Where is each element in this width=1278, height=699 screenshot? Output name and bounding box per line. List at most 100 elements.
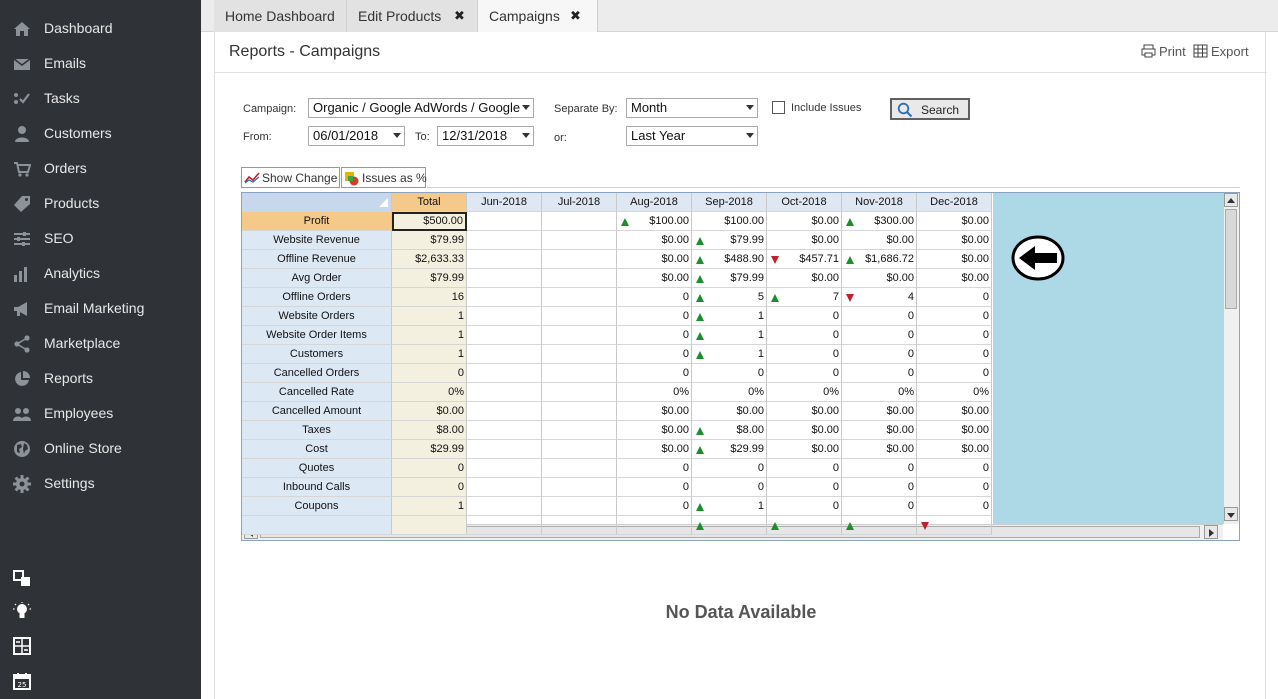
to-date-select[interactable]: 12/31/2018 <box>437 126 534 146</box>
table-cell[interactable] <box>542 478 617 497</box>
table-cell[interactable]: $0.00 <box>842 269 917 288</box>
table-cell[interactable]: $300.00 <box>842 212 917 231</box>
table-cell[interactable]: $100.00 <box>692 212 767 231</box>
table-cell[interactable]: 0 <box>917 478 992 497</box>
table-cell[interactable]: 1 <box>692 307 767 326</box>
row-header[interactable]: Cancelled Rate <box>242 383 392 402</box>
row-header[interactable]: Website Revenue <box>242 231 392 250</box>
row-header[interactable]: Customers <box>242 345 392 364</box>
row-header[interactable]: Profit <box>242 212 392 231</box>
table-cell[interactable]: 0% <box>767 383 842 402</box>
column-header[interactable]: Nov-2018 <box>842 193 917 212</box>
row-header[interactable]: Cost <box>242 440 392 459</box>
table-cell[interactable]: $79.99 <box>392 231 467 250</box>
table-cell[interactable] <box>467 478 542 497</box>
table-cell[interactable] <box>542 326 617 345</box>
row-header[interactable] <box>242 516 392 535</box>
table-cell[interactable]: $0.00 <box>842 421 917 440</box>
table-cell[interactable]: $79.99 <box>692 269 767 288</box>
table-cell[interactable] <box>542 269 617 288</box>
include-issues-checkbox[interactable] <box>772 101 785 114</box>
column-header[interactable]: Sep-2018 <box>692 193 767 212</box>
table-cell[interactable]: 0 <box>392 364 467 383</box>
separate-by-select[interactable]: Month <box>626 98 758 118</box>
table-cell[interactable] <box>917 516 992 535</box>
table-cell[interactable] <box>542 459 617 478</box>
row-header[interactable]: Offline Orders <box>242 288 392 307</box>
table-cell[interactable]: 1 <box>692 497 767 516</box>
table-cell[interactable]: 0 <box>842 364 917 383</box>
table-cell[interactable]: 0 <box>842 307 917 326</box>
table-cell[interactable] <box>542 402 617 421</box>
table-cell[interactable]: 0 <box>392 478 467 497</box>
sidebar-item-products[interactable]: Products <box>0 186 201 221</box>
table-cell[interactable]: $0.00 <box>842 440 917 459</box>
table-cell[interactable] <box>467 326 542 345</box>
vertical-scroll-thumb[interactable] <box>1225 209 1237 309</box>
table-cell[interactable]: $0.00 <box>917 269 992 288</box>
table-cell[interactable] <box>767 516 842 535</box>
table-cell[interactable]: $0.00 <box>692 402 767 421</box>
table-cell[interactable]: 1 <box>392 345 467 364</box>
table-cell[interactable]: 0 <box>392 459 467 478</box>
table-cell[interactable]: $0.00 <box>917 402 992 421</box>
campaign-select[interactable]: Organic / Google AdWords / Google <box>308 98 534 118</box>
column-header[interactable]: Jun-2018 <box>467 193 542 212</box>
row-header[interactable]: Website Orders <box>242 307 392 326</box>
row-header[interactable]: Inbound Calls <box>242 478 392 497</box>
table-cell[interactable]: $0.00 <box>392 402 467 421</box>
scroll-up-button[interactable] <box>1224 193 1238 207</box>
close-icon[interactable]: ✖ <box>454 8 465 24</box>
table-cell[interactable] <box>542 421 617 440</box>
table-cell[interactable] <box>467 516 542 535</box>
row-header[interactable]: Website Order Items <box>242 326 392 345</box>
row-header[interactable]: Avg Order <box>242 269 392 288</box>
table-cell[interactable]: 0 <box>617 459 692 478</box>
table-cell[interactable] <box>692 516 767 535</box>
table-cell[interactable]: $0.00 <box>842 231 917 250</box>
column-header[interactable]: Jul-2018 <box>542 193 617 212</box>
table-cell[interactable] <box>467 402 542 421</box>
calendar-icon[interactable]: 25 <box>13 672 31 690</box>
table-cell[interactable] <box>542 231 617 250</box>
table-cell[interactable]: 1 <box>392 307 467 326</box>
table-cell[interactable]: 0% <box>842 383 917 402</box>
table-cell[interactable]: 0 <box>917 497 992 516</box>
table-cell[interactable]: 1 <box>692 345 767 364</box>
table-cell[interactable] <box>467 364 542 383</box>
table-cell[interactable] <box>542 212 617 231</box>
table-cell[interactable]: 0 <box>842 326 917 345</box>
table-cell[interactable]: 1 <box>392 497 467 516</box>
export-button[interactable]: Export <box>1193 44 1249 59</box>
lightbulb-icon[interactable] <box>13 602 31 620</box>
table-cell[interactable]: $79.99 <box>392 269 467 288</box>
scroll-right-button[interactable] <box>1204 525 1218 539</box>
table-cell[interactable]: $500.00 <box>392 212 467 231</box>
row-header[interactable]: Quotes <box>242 459 392 478</box>
table-cell[interactable]: 0 <box>842 459 917 478</box>
table-cell[interactable]: 0 <box>767 364 842 383</box>
table-cell[interactable]: 4 <box>842 288 917 307</box>
from-date-select[interactable]: 06/01/2018 <box>308 126 405 146</box>
table-cell[interactable]: 0 <box>842 497 917 516</box>
table-cell[interactable] <box>542 307 617 326</box>
table-cell[interactable]: 1 <box>692 326 767 345</box>
column-header[interactable]: Total <box>392 193 467 212</box>
table-cell[interactable]: 0% <box>392 383 467 402</box>
table-cell[interactable] <box>467 497 542 516</box>
sidebar-item-analytics[interactable]: Analytics <box>0 256 201 291</box>
row-header[interactable]: Coupons <box>242 497 392 516</box>
table-cell[interactable]: 0 <box>917 326 992 345</box>
table-cell[interactable] <box>467 383 542 402</box>
table-cell[interactable]: 0 <box>917 288 992 307</box>
row-header[interactable]: Offline Revenue <box>242 250 392 269</box>
sidebar-item-emails[interactable]: Emails <box>0 46 201 81</box>
table-cell[interactable] <box>467 269 542 288</box>
table-cell[interactable]: $100.00 <box>617 212 692 231</box>
row-header[interactable]: Cancelled Amount <box>242 402 392 421</box>
table-cell[interactable] <box>542 288 617 307</box>
sidebar-item-customers[interactable]: Customers <box>0 116 201 151</box>
period-select[interactable]: Last Year <box>626 126 758 146</box>
table-cell[interactable] <box>392 516 467 535</box>
table-cell[interactable]: $0.00 <box>767 440 842 459</box>
